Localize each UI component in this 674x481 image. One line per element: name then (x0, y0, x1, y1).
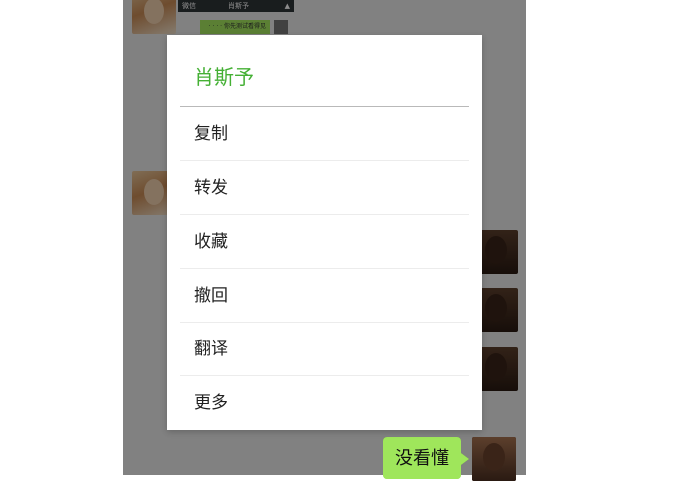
menu-item-copy[interactable]: 复制 (180, 108, 469, 161)
menu-item-translate[interactable]: 翻译 (180, 323, 469, 376)
menu-item-more[interactable]: 更多 (180, 377, 469, 430)
dialog-title: 肖斯予 (194, 65, 254, 89)
menu-item-recall[interactable]: 撤回 (180, 270, 469, 323)
self-avatar[interactable] (472, 437, 516, 481)
message-bubble-highlight[interactable]: 没看懂 (383, 437, 469, 479)
menu-item-favorite[interactable]: 收藏 (180, 216, 469, 269)
menu-item-forward[interactable]: 转发 (180, 162, 469, 215)
context-menu-dialog: 肖斯予 复制 转发 收藏 撤回 翻译 更多 (167, 35, 482, 430)
dialog-divider (180, 106, 469, 107)
